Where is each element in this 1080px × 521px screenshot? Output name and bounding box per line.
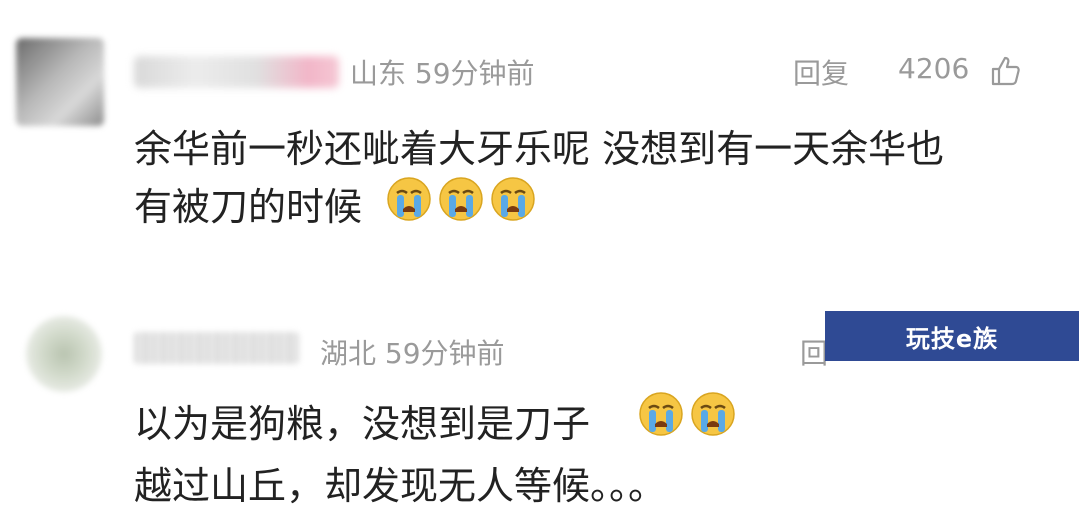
like-count: 4206 <box>898 52 970 85</box>
reply-button[interactable]: 回 <box>800 332 828 372</box>
reply-button[interactable]: 回复 <box>793 52 849 92</box>
thumbs-up-icon[interactable] <box>988 54 1022 88</box>
avatar[interactable] <box>16 38 104 126</box>
crying-face-icon <box>491 177 535 221</box>
crying-face-icon <box>639 392 683 436</box>
comment-text-line: 以为是狗粮，没想到是刀子 <box>134 402 591 446</box>
watermark-logo: 玩技e族 <box>825 311 1079 361</box>
avatar[interactable] <box>26 316 102 392</box>
crying-face-icon <box>439 177 483 221</box>
comment-text-line: 有被刀的时候 <box>134 185 363 229</box>
username-blurred[interactable] <box>134 332 299 364</box>
emoji-group <box>385 175 537 223</box>
comment-text-line: 余华前一秒还呲着大牙乐呢 没想到有一天余华也 <box>134 127 945 171</box>
comment-text-line: 越过山丘，却发现无人等候。。。 <box>134 464 667 508</box>
crying-face-icon <box>387 177 431 221</box>
emoji-group <box>637 390 737 438</box>
comment-feed: 山东 59分钟前 回复 4206 余华前一秒还呲着大牙乐呢 没想到有一天余华也 … <box>0 0 1080 521</box>
username-blurred[interactable] <box>134 56 339 88</box>
crying-face-icon <box>691 392 735 436</box>
comment-location-time: 山东 59分钟前 <box>350 57 535 90</box>
comment-location-time: 湖北 59分钟前 <box>320 337 505 370</box>
